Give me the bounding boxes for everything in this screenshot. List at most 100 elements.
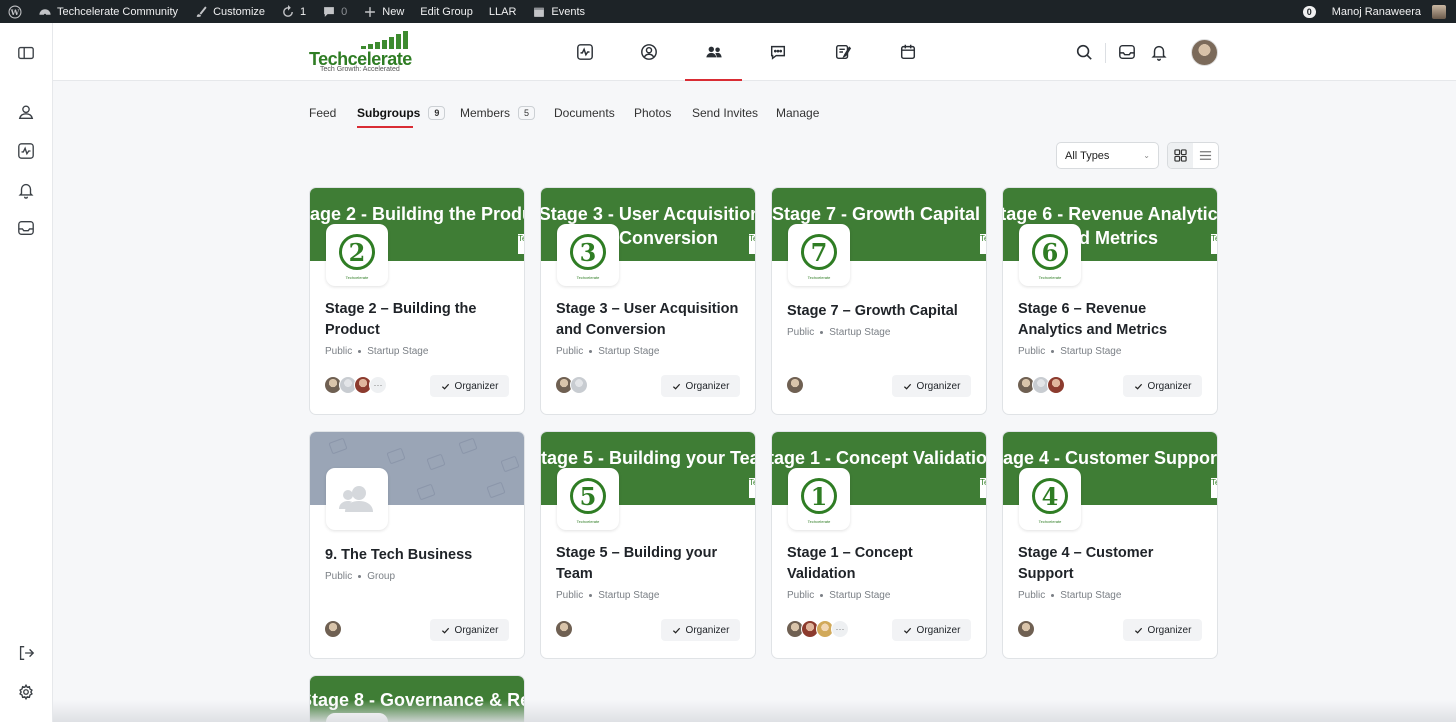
group-title[interactable]: Stage 2 – Building the Product <box>325 299 515 340</box>
group-title[interactable]: 9. The Tech Business <box>325 545 515 566</box>
organizer-button[interactable]: Organizer <box>430 619 509 641</box>
cover-text: Stage 4 - Customer Support <box>1003 448 1218 468</box>
tab-documents[interactable]: Documents <box>554 106 615 120</box>
group-title[interactable]: Stage 7 – Growth Capital <box>787 301 977 322</box>
notifications-bell-icon[interactable] <box>1150 43 1168 61</box>
group-privacy: Public <box>325 346 353 357</box>
group-card[interactable]: Stage 2 - Building the Product Te 2 Tech… <box>309 187 525 415</box>
llar-link[interactable]: LLAR <box>481 0 525 23</box>
customize-link[interactable]: Customize <box>186 0 273 23</box>
group-card[interactable]: Stage 4 - Customer Support Te 4 Techcele… <box>1002 431 1218 659</box>
dashboard-icon <box>39 8 51 16</box>
organizer-button[interactable]: Organizer <box>892 375 971 397</box>
grid-view-button[interactable] <box>1168 143 1193 168</box>
group-card[interactable]: Stage 5 - Building your Team Te 5 Techce… <box>540 431 756 659</box>
group-title[interactable]: Stage 6 – Revenue Analytics and Metrics <box>1018 299 1208 340</box>
group-type: Startup Stage <box>1060 346 1122 357</box>
member-avatars <box>555 620 573 638</box>
group-type-selected: All Types <box>1065 149 1110 162</box>
group-privacy: Public <box>1018 346 1046 357</box>
nav-courses-icon[interactable] <box>834 43 852 61</box>
more-members-icon[interactable]: ··· <box>369 376 387 394</box>
more-members-icon[interactable]: ··· <box>831 620 849 638</box>
chevron-down-icon: ⌄ <box>1143 151 1150 160</box>
avatar[interactable] <box>1047 376 1065 394</box>
group-card[interactable]: Stage 1 - Concept Validation Te 1 Techce… <box>771 431 987 659</box>
member-avatars <box>1017 620 1035 638</box>
organizer-button[interactable]: Organizer <box>1123 619 1202 641</box>
techcelerate-logo[interactable]: Techcelerate Tech Growth: Accelerated <box>309 31 412 75</box>
wordpress-logo-icon[interactable]: W <box>0 0 30 23</box>
nav-calendar-icon[interactable] <box>899 43 917 61</box>
group-card[interactable]: Stage 7 - Growth Capital Te 7 Techcelera… <box>771 187 987 415</box>
bell-icon[interactable] <box>17 181 35 199</box>
sidebar-toggle-icon[interactable] <box>17 44 35 62</box>
tab-label: Feed <box>309 106 337 120</box>
group-privacy: Public <box>556 346 584 357</box>
avatar[interactable] <box>1017 620 1035 638</box>
comment-icon <box>324 6 335 17</box>
events-link[interactable]: Events <box>524 0 593 23</box>
group-type-select[interactable]: All Types ⌄ <box>1056 142 1159 169</box>
organizer-button[interactable]: Organizer <box>661 375 740 397</box>
site-name-link[interactable]: Techcelerate Community <box>30 0 186 23</box>
updates-link[interactable]: 1 <box>273 0 314 23</box>
logout-icon[interactable] <box>17 644 35 662</box>
organizer-label: Organizer <box>454 624 499 636</box>
nav-groups-icon[interactable] <box>705 43 723 61</box>
settings-gear-icon[interactable] <box>17 683 35 701</box>
group-avatar: 5 Techcelerate <box>557 468 619 530</box>
nav-forums-icon[interactable] <box>769 43 787 61</box>
nav-active-indicator <box>685 79 742 81</box>
avatar[interactable] <box>570 376 588 394</box>
list-view-button[interactable] <box>1193 143 1218 168</box>
avatar[interactable] <box>786 376 804 394</box>
user-avatar <box>1432 4 1446 19</box>
badge-mini-logo: Techcelerate <box>1038 275 1062 280</box>
header-user-avatar[interactable] <box>1191 39 1218 66</box>
group-title[interactable]: Stage 5 – Building your Team <box>556 543 746 584</box>
group-meta: Public Startup Stage <box>787 327 890 338</box>
search-icon[interactable] <box>1075 43 1093 61</box>
new-content-link[interactable]: New <box>355 0 412 23</box>
badge-mini-logo: Techcelerate <box>1038 519 1062 524</box>
organizer-button[interactable]: Organizer <box>1123 375 1202 397</box>
inbox-icon[interactable] <box>17 219 35 237</box>
group-card[interactable]: Stage 3 - User Acquisition and Conversio… <box>540 187 756 415</box>
llar-label: LLAR <box>488 5 517 18</box>
tab-subgroups[interactable]: Subgroups 9 <box>357 106 446 120</box>
tab-manage[interactable]: Manage <box>776 106 819 120</box>
comments-link[interactable]: 0 <box>314 0 355 23</box>
organizer-button[interactable]: Organizer <box>430 375 509 397</box>
activity-icon[interactable] <box>17 142 35 160</box>
tab-label: Subgroups <box>357 106 421 120</box>
group-type: Startup Stage <box>598 590 660 601</box>
group-avatar: 1 Techcelerate <box>788 468 850 530</box>
group-privacy: Public <box>787 327 815 338</box>
profile-icon[interactable] <box>17 103 35 121</box>
tab-send-invites[interactable]: Send Invites <box>692 106 758 120</box>
cover-text: Stage 1 - Concept Validation <box>772 448 987 468</box>
nav-profile-icon[interactable] <box>640 43 658 61</box>
avatar[interactable] <box>555 620 573 638</box>
check-icon <box>672 627 680 634</box>
account-menu[interactable]: Manoj Ranaweera <box>1324 0 1456 23</box>
list-icon <box>1199 151 1212 160</box>
tab-members[interactable]: Members 5 <box>460 106 536 120</box>
group-card[interactable]: 9. The Tech Business Public Group Organiz… <box>309 431 525 659</box>
group-card[interactable]: Stage 6 - Revenue Analytics and Metrics … <box>1002 187 1218 415</box>
organizer-button[interactable]: Organizer <box>661 619 740 641</box>
messages-inbox-icon[interactable] <box>1118 43 1136 61</box>
avatar[interactable] <box>324 620 342 638</box>
tab-feed[interactable]: Feed <box>309 106 336 120</box>
organizer-button[interactable]: Organizer <box>892 619 971 641</box>
cover-logo-tab: Te <box>1211 478 1217 498</box>
nav-activity-icon[interactable] <box>576 43 594 61</box>
group-title[interactable]: Stage 4 – Customer Support <box>1018 543 1208 584</box>
notifications-link[interactable]: 0 <box>1295 0 1324 23</box>
tab-photos[interactable]: Photos <box>634 106 671 120</box>
group-type: Startup Stage <box>367 346 429 357</box>
edit-group-link[interactable]: Edit Group <box>412 0 481 23</box>
group-title[interactable]: Stage 1 – Concept Validation <box>787 543 977 584</box>
group-title[interactable]: Stage 3 – User Acquisition and Conversio… <box>556 299 746 340</box>
